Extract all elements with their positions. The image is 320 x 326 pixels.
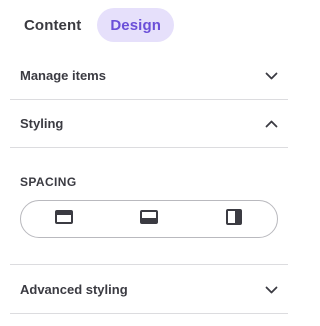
styling-section-header[interactable]: Styling [10,100,288,148]
spacing-sides-button[interactable] [214,204,254,234]
manage-items-section-header[interactable]: Manage items [10,52,288,100]
spacing-label: SPACING [20,175,77,189]
chevron-up-icon [264,117,278,131]
tab-design[interactable]: Design [97,8,174,42]
advanced-styling-section-header[interactable]: Advanced styling [10,266,288,314]
chevron-down-icon [264,69,278,83]
styling-label: Styling [20,116,64,131]
spacing-top-button[interactable] [44,204,84,234]
tab-content[interactable]: Content [12,8,93,42]
divider [10,264,288,265]
spacing-sides-icon [226,208,243,230]
spacing-bottom-button[interactable] [129,204,169,234]
spacing-control [20,200,278,238]
spacing-bottom-icon [139,209,158,229]
spacing-top-icon [54,209,73,229]
panel-tabs: Content Design [12,8,174,42]
chevron-down-icon [264,283,278,297]
manage-items-label: Manage items [20,68,106,83]
advanced-styling-label: Advanced styling [20,282,128,297]
